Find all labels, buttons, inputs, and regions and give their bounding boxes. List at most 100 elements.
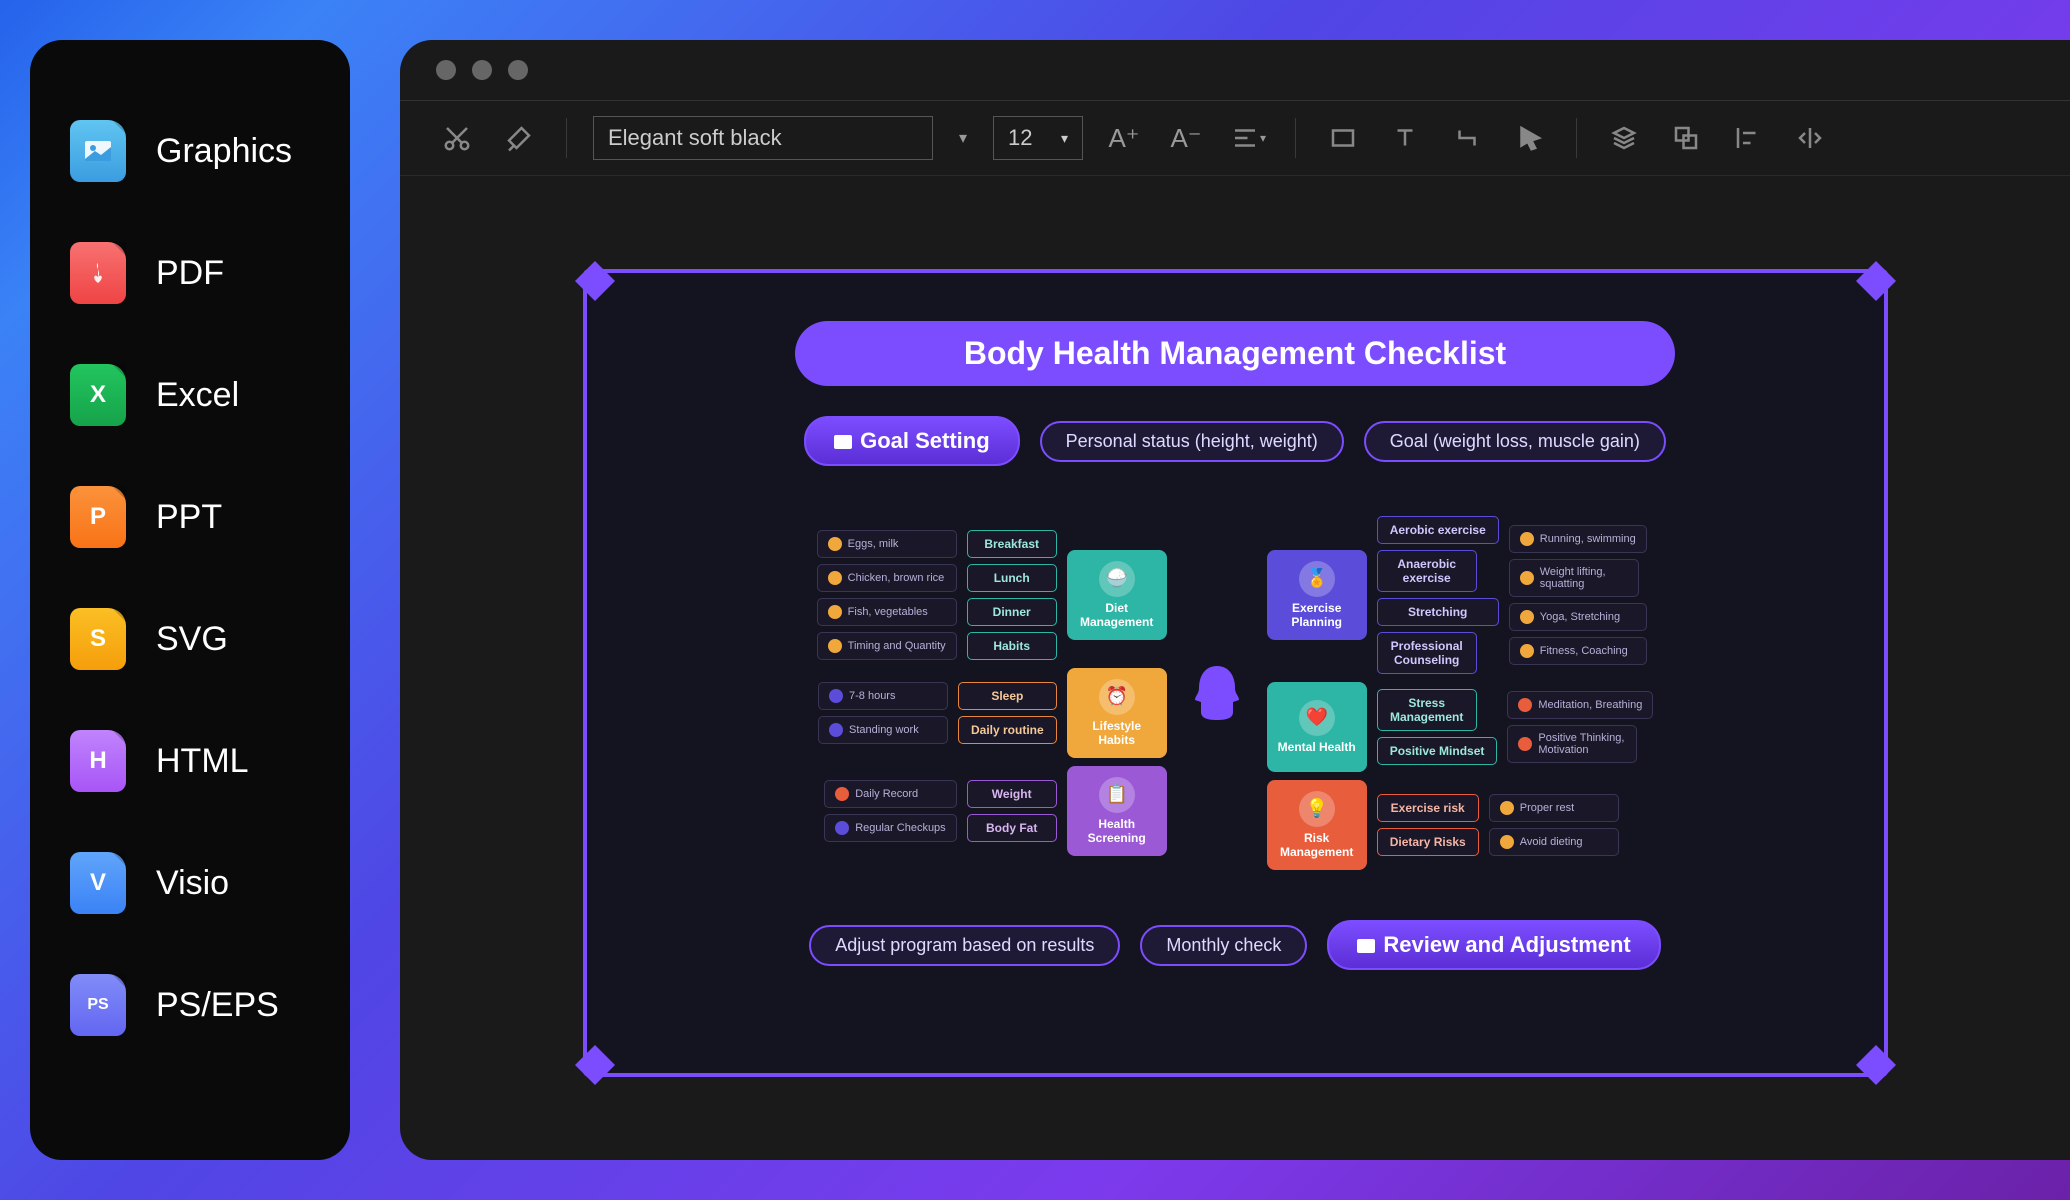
sidebar-item-label: PDF (156, 254, 224, 293)
mindmap-canvas[interactable]: Body Health Management Checklist Goal Se… (583, 269, 1888, 1077)
monthly-check-node[interactable]: Monthly check (1140, 925, 1307, 966)
sub-node[interactable]: Sleep (958, 682, 1057, 710)
moon-icon (829, 689, 843, 703)
leaf-node[interactable]: Proper rest (1489, 794, 1619, 822)
leaf-node[interactable]: Chicken, brown rice (817, 564, 957, 592)
cut-icon[interactable] (436, 117, 478, 159)
leaf-node[interactable]: Standing work (818, 716, 948, 744)
leaf-node[interactable]: Fitness, Coaching (1509, 637, 1647, 665)
dumbbell-icon (1520, 571, 1534, 585)
sub-node[interactable]: Positive Mindset (1377, 737, 1498, 765)
font-dropdown-icon[interactable]: ▾ (953, 117, 973, 159)
corner-decoration (575, 1045, 615, 1085)
font-size-select[interactable]: 12▾ (993, 116, 1083, 160)
text-icon[interactable] (1384, 117, 1426, 159)
sidebar-item-visio[interactable]: V Visio (70, 852, 310, 914)
adjust-node[interactable]: Adjust program based on results (809, 925, 1120, 966)
sub-node[interactable]: Aerobic exercise (1377, 516, 1499, 544)
goal-setting-node[interactable]: Goal Setting (804, 416, 1020, 466)
leaf-node[interactable]: Weight lifting, squatting (1509, 559, 1639, 597)
sub-node[interactable]: Dinner (967, 598, 1057, 626)
sub-node[interactable]: Anaerobic exercise (1377, 550, 1477, 592)
sidebar-item-label: PPT (156, 498, 222, 537)
mindmap-body: 🍚Diet Management Breakfast Lunch Dinner … (627, 516, 1844, 870)
html-icon: H (70, 730, 126, 792)
sidebar-item-html[interactable]: H HTML (70, 730, 310, 792)
svg-icon: S (70, 608, 126, 670)
align-icon[interactable]: ▾ (1227, 117, 1269, 159)
increase-font-icon[interactable]: A⁺ (1103, 117, 1145, 159)
branch-mental: ❤️Mental Health Stress Management Positi… (1267, 682, 1654, 772)
maximize-traffic-light[interactable] (508, 60, 528, 80)
corner-decoration (575, 261, 615, 301)
personal-status-node[interactable]: Personal status (height, weight) (1040, 421, 1344, 462)
sidebar-item-ppt[interactable]: P PPT (70, 486, 310, 548)
sidebar-item-svg[interactable]: S SVG (70, 608, 310, 670)
food-icon (828, 537, 842, 551)
leaf-node[interactable]: Meditation, Breathing (1507, 691, 1653, 719)
sidebar-item-ps[interactable]: PS PS/EPS (70, 974, 310, 1036)
corner-decoration (1856, 1045, 1896, 1085)
decrease-font-icon[interactable]: A⁻ (1165, 117, 1207, 159)
flip-icon[interactable] (1789, 117, 1831, 159)
cat-mental-health[interactable]: ❤️Mental Health (1267, 682, 1367, 772)
sidebar-item-pdf[interactable]: PDF (70, 242, 310, 304)
sidebar-item-excel[interactable]: X Excel (70, 364, 310, 426)
leaf-node[interactable]: Positive Thinking, Motivation (1507, 725, 1637, 763)
excel-icon: X (70, 364, 126, 426)
cat-health-screening[interactable]: 📋Health Screening (1067, 766, 1167, 856)
format-painter-icon[interactable] (498, 117, 540, 159)
leaf-node[interactable]: Yoga, Stretching (1509, 603, 1647, 631)
branch-risk: 💡Risk Management Exercise risk Dietary R… (1267, 780, 1619, 870)
review-adjustment-node[interactable]: Review and Adjustment (1327, 920, 1660, 970)
cursor-icon[interactable] (1508, 117, 1550, 159)
visio-icon: V (70, 852, 126, 914)
shape-rect-icon[interactable] (1322, 117, 1364, 159)
sub-node[interactable]: Exercise risk (1377, 794, 1479, 822)
branch-health-screening: 📋Health Screening Weight Body Fat Daily … (824, 766, 1167, 856)
person-icon (829, 723, 843, 737)
leaf-node[interactable]: Daily Record (824, 780, 957, 808)
layers-icon[interactable] (1603, 117, 1645, 159)
note-icon (835, 787, 849, 801)
sub-node[interactable]: Breakfast (967, 530, 1057, 558)
cat-exercise-planning[interactable]: 🏅Exercise Planning (1267, 550, 1367, 640)
sub-node[interactable]: Body Fat (967, 814, 1057, 842)
font-select[interactable]: Elegant soft black (593, 116, 933, 160)
medal-icon: 🏅 (1299, 561, 1335, 597)
rest-icon (1500, 801, 1514, 815)
leaf-node[interactable]: Fish, vegetables (817, 598, 957, 626)
minimize-traffic-light[interactable] (472, 60, 492, 80)
sidebar-item-label: PS/EPS (156, 986, 279, 1025)
cat-lifestyle-habits[interactable]: ⏰Lifestyle Habits (1067, 668, 1167, 758)
sub-node[interactable]: Lunch (967, 564, 1057, 592)
cat-risk-management[interactable]: 💡Risk Management (1267, 780, 1367, 870)
goal-node[interactable]: Goal (weight loss, muscle gain) (1364, 421, 1666, 462)
leaf-node[interactable]: Avoid dieting (1489, 828, 1619, 856)
sub-node[interactable]: Daily routine (958, 716, 1057, 744)
smile-icon (1518, 737, 1532, 751)
sidebar-item-graphics[interactable]: Graphics (70, 120, 310, 182)
mindmap-title[interactable]: Body Health Management Checklist (795, 321, 1675, 386)
bottom-pill-row: Adjust program based on results Monthly … (627, 920, 1844, 970)
leaf-node[interactable]: Regular Checkups (824, 814, 957, 842)
sub-node[interactable]: Habits (967, 632, 1057, 660)
align-objects-icon[interactable] (1727, 117, 1769, 159)
close-traffic-light[interactable] (436, 60, 456, 80)
leaf-node[interactable]: Running, swimming (1509, 525, 1647, 553)
connector-icon[interactable] (1446, 117, 1488, 159)
bowl-icon: 🍚 (1099, 561, 1135, 597)
sidebar-item-label: Excel (156, 376, 239, 415)
leaf-node[interactable]: Eggs, milk (817, 530, 957, 558)
group-icon[interactable] (1665, 117, 1707, 159)
branch-diet: 🍚Diet Management Breakfast Lunch Dinner … (817, 530, 1167, 660)
leaf-node[interactable]: 7-8 hours (818, 682, 948, 710)
sub-node[interactable]: Weight (967, 780, 1057, 808)
sub-node[interactable]: Stretching (1377, 598, 1499, 626)
leaf-node[interactable]: Timing and Quantity (817, 632, 957, 660)
sub-node[interactable]: Stress Management (1377, 689, 1477, 731)
cat-diet-management[interactable]: 🍚Diet Management (1067, 550, 1167, 640)
sub-node[interactable]: Professional Counseling (1377, 632, 1477, 674)
sub-node[interactable]: Dietary Risks (1377, 828, 1479, 856)
head-silhouette-icon (1193, 664, 1241, 722)
